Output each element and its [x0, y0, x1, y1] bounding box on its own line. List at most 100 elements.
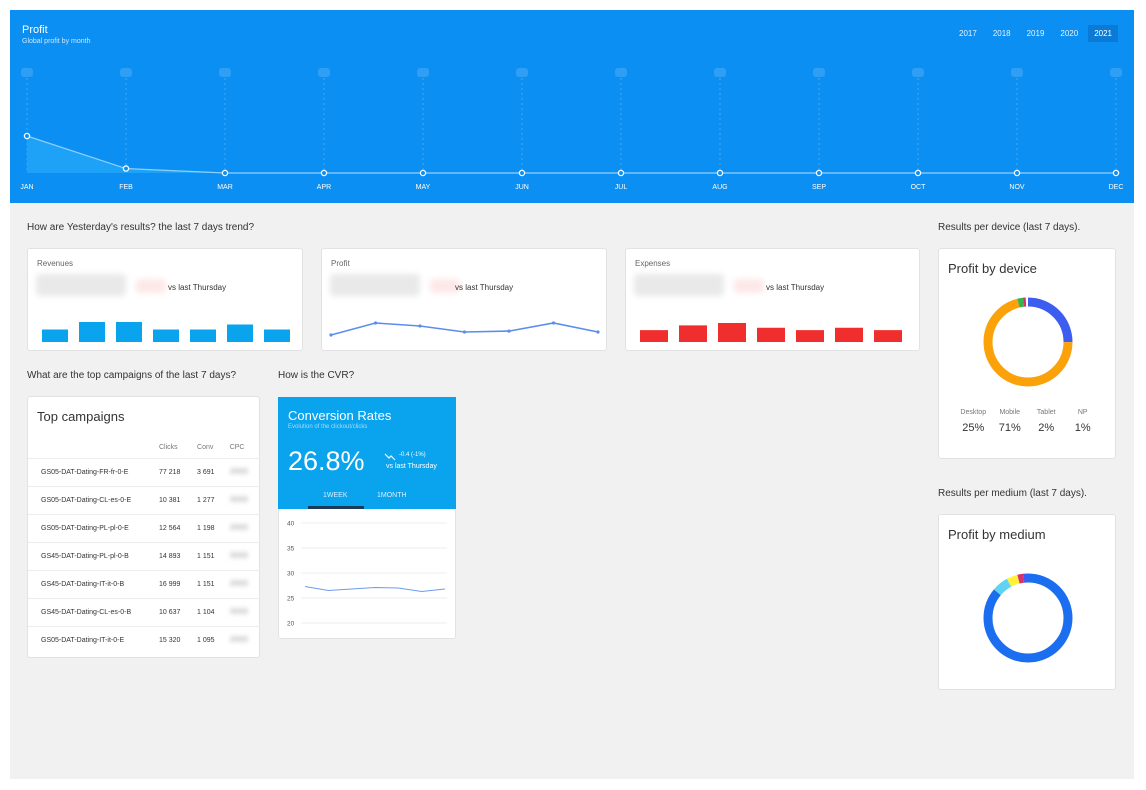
campaign-name: GS45-DAT-Dating-PL-pl-0-B [28, 541, 156, 570]
clicks-value: 16 999 [156, 569, 195, 598]
column-header-name [28, 438, 156, 458]
month-label-nov: NOV [1009, 184, 1025, 191]
profit-point-jan[interactable] [23, 132, 31, 140]
campaign-name: GS05-DAT-Dating-FR-fr-0-E [28, 457, 156, 486]
profit-trend-chart [329, 321, 600, 337]
legend-mobile: Mobile 71% [993, 409, 1027, 434]
bar-day-3 [718, 323, 746, 342]
profit-point-4 [462, 330, 467, 334]
bar-day-1 [640, 330, 668, 342]
conv-value: 1 104 [194, 597, 227, 626]
month-marker [516, 68, 528, 77]
bar-day-7 [264, 329, 290, 342]
tab-1month[interactable]: 1MONTH [377, 492, 407, 499]
profit-point-aug[interactable] [716, 169, 724, 177]
profit-header: Profit Global profit by month 2017 2018 … [10, 10, 1134, 203]
month-label-aug: AUG [712, 184, 727, 191]
conv-value: 3 691 [194, 457, 227, 486]
campaign-name: GS05-DAT-Dating-IT-it-0-E [28, 625, 156, 654]
expenses-card[interactable]: Expenses vs last Thursday [625, 248, 920, 351]
profit-point-jul[interactable] [617, 169, 625, 177]
cpc-blur [229, 552, 248, 558]
campaigns-header-row: Clicks Conv CPC [28, 438, 260, 458]
cpc-blur [229, 496, 248, 502]
month-label-jan: JAN [20, 184, 33, 191]
cvr-y-tick: 20 [287, 621, 295, 628]
table-row[interactable]: GS45-DAT-Dating-CL-es-0-B 10 637 1 104 [28, 597, 260, 626]
legend-desktop: Desktop 25% [956, 409, 990, 434]
medium-donut-chart [983, 573, 1073, 663]
expenses-bar-chart [640, 323, 902, 342]
conv-value: 1 277 [194, 485, 227, 514]
cvr-chart-area: 40 35 30 25 20 [278, 509, 456, 639]
revenues-bar-chart [42, 322, 290, 342]
cpc-blur [229, 468, 248, 474]
clicks-value: 15 320 [156, 625, 195, 654]
table-row[interactable]: GS45-DAT-Dating-PL-pl-0-B 14 893 1 151 [28, 541, 260, 570]
device-donut-chart [983, 297, 1073, 387]
profit-point-feb[interactable] [122, 165, 130, 172]
profit-area [27, 136, 1116, 173]
table-row[interactable]: GS45-DAT-Dating-IT-it-0-B 16 999 1 151 [28, 569, 260, 598]
profit-point-2 [373, 321, 378, 325]
revenues-card[interactable]: Revenues vs last Thursday [27, 248, 303, 351]
top-campaigns-title: Top campaigns [37, 409, 125, 424]
bar-day-5 [190, 329, 216, 342]
conv-value: 1 198 [194, 513, 227, 542]
campaigns-section-label: What are the top campaigns of the last 7… [27, 370, 237, 381]
bar-day-4 [757, 327, 785, 342]
tab-1week[interactable]: 1WEEK [323, 492, 348, 499]
table-row[interactable]: GS05-DAT-Dating-FR-fr-0-E 77 218 3 691 [28, 457, 260, 486]
profit-point-dec[interactable] [1112, 169, 1120, 177]
bar-day-6 [227, 324, 253, 342]
cpc-value-redacted [226, 457, 260, 486]
profit-point-mar[interactable] [221, 169, 229, 177]
month-label-jul: JUL [615, 184, 628, 191]
column-header-conv[interactable]: Conv [194, 438, 227, 458]
column-header-clicks[interactable]: Clicks [156, 438, 194, 458]
cvr-header: Conversion Rates Evolution of the clicko… [278, 397, 456, 509]
dashboard: Profit Global profit by month 2017 2018 … [10, 10, 1134, 779]
trend-down-icon [384, 453, 396, 461]
cpc-value-redacted [226, 597, 260, 626]
profit-by-device-card: Profit by device Desktop 25% Mobile 71% … [938, 248, 1116, 459]
profit-point-sep[interactable] [815, 169, 823, 177]
conv-value: 1 095 [194, 625, 227, 654]
profit-point-may[interactable] [419, 169, 427, 177]
profit-line-chart: JAN FEB MAR APR MAY JUN JUL AUG SEP OCT NOV DEC [20, 68, 1123, 191]
device-legend: Desktop 25% Mobile 71% Tablet 2% NP 1% [939, 409, 1117, 434]
month-marker [1011, 68, 1023, 77]
profit-point-oct[interactable] [914, 169, 922, 177]
profit-point-apr[interactable] [320, 169, 328, 177]
column-header-cpc[interactable]: CPC [227, 438, 260, 458]
bar-day-5 [796, 330, 824, 342]
table-row[interactable]: GS05-DAT-Dating-IT-it-0-E 15 320 1 095 [28, 625, 260, 654]
profit-point-nov[interactable] [1013, 169, 1021, 177]
profit-by-medium-card: Profit by medium [938, 514, 1116, 690]
cvr-section-label: How is the CVR? [278, 370, 355, 381]
bar-day-3 [116, 322, 142, 342]
cpc-value-redacted [226, 569, 260, 598]
month-label-may: MAY [416, 184, 431, 191]
cpc-blur [229, 636, 248, 643]
table-row[interactable]: GS05-DAT-Dating-CL-es-0-E 10 381 1 277 [28, 485, 260, 514]
cpc-blur [229, 580, 248, 586]
legend-mobile-value: 71% [998, 422, 1021, 434]
legend-tablet-value: 2% [1038, 422, 1055, 434]
legend-desktop-label: Desktop [960, 409, 987, 416]
cpc-value-redacted [226, 513, 260, 542]
device-section-label: Results per device (last 7 days). [938, 222, 1081, 233]
cpc-value-redacted [226, 625, 260, 654]
profit-point-6 [551, 321, 556, 325]
month-marker [318, 68, 330, 77]
bar-day-4 [153, 329, 179, 342]
profit-point-5 [507, 329, 511, 333]
month-marker [219, 68, 231, 77]
legend-tablet: Tablet 2% [1029, 409, 1063, 434]
month-marker [912, 68, 924, 77]
cpc-blur [229, 608, 248, 614]
profit-point-jun[interactable] [518, 169, 526, 177]
table-row[interactable]: GS05-DAT-Dating-PL-pl-0-E 12 564 1 198 [28, 513, 260, 542]
clicks-value: 10 381 [156, 485, 195, 514]
profit-card[interactable]: Profit vs last Thursday [321, 248, 607, 351]
